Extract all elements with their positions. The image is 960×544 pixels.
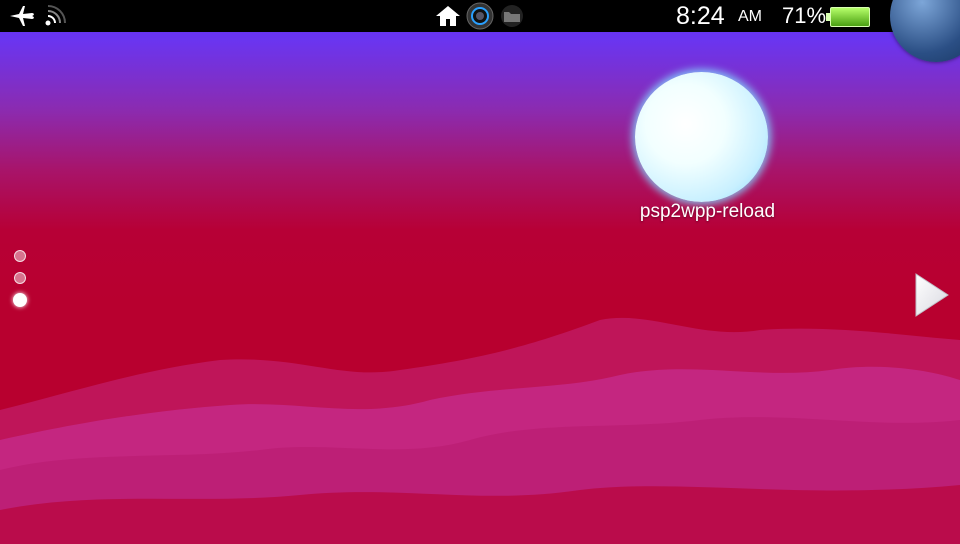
wallpaper-hills (0, 317, 960, 544)
page-dot-3[interactable] (13, 293, 27, 307)
next-page-arrow-icon[interactable] (912, 270, 952, 320)
battery-icon (826, 7, 870, 27)
folder-icon[interactable] (500, 0, 524, 32)
clock-ampm: AM (738, 8, 762, 25)
clock-time: 8:24 (676, 1, 725, 30)
page-dot-1[interactable] (14, 250, 26, 262)
airplane-icon (8, 0, 36, 32)
home-icon[interactable] (435, 0, 461, 32)
app-label: psp2wpp-reload (639, 201, 776, 222)
status-bar: 8:24 AM 71% (0, 0, 960, 32)
page-dot-2[interactable] (14, 272, 26, 284)
wifi-icon (44, 0, 66, 32)
app-bubble-psp2wpp-reload[interactable] (635, 72, 768, 202)
camera-icon[interactable] (466, 0, 494, 32)
battery-percent: 71% (782, 3, 827, 28)
